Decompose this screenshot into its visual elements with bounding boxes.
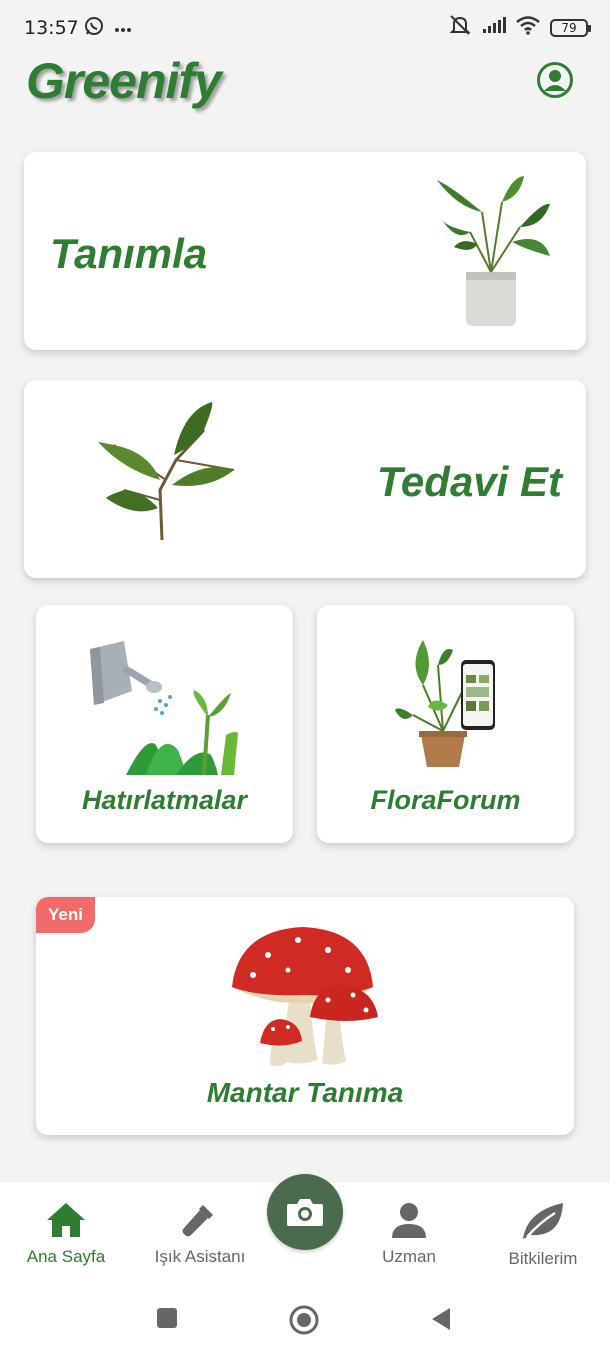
home-icon — [47, 1203, 85, 1237]
identify-card[interactable]: Tanımla — [24, 152, 586, 350]
wifi-icon — [516, 15, 540, 40]
nav-light-assistant-label: Işık Asistanı — [154, 1247, 246, 1266]
nav-light-assistant[interactable]: Işık Asistanı — [140, 1201, 260, 1267]
forum-card[interactable]: FloraForum — [317, 605, 574, 843]
treat-label: Tedavi Et — [376, 458, 562, 505]
plant-with-phone-image — [395, 640, 495, 767]
forum-label: FloraForum — [370, 785, 521, 815]
more-dots-icon — [114, 20, 132, 38]
nav-expert-label: Uzman — [382, 1247, 436, 1266]
mushroom-card[interactable]: Yeni Mantar Tanıma — [36, 897, 574, 1135]
home-circle-icon[interactable] — [289, 1305, 319, 1340]
nav-my-plants[interactable]: Bitkilerim — [483, 1201, 603, 1269]
status-bar: 13:57 79 — [0, 0, 610, 56]
whatsapp-icon — [84, 16, 104, 41]
back-icon[interactable] — [430, 1307, 452, 1336]
new-badge: Yeni — [36, 897, 95, 933]
camera-button[interactable] — [267, 1174, 343, 1250]
treat-card[interactable]: Tedavi Et — [24, 380, 586, 578]
mushroom-label: Mantar Tanıma — [206, 1077, 404, 1108]
mute-icon — [448, 14, 472, 41]
nav-expert[interactable]: Uzman — [349, 1201, 469, 1267]
account-circle-icon[interactable] — [536, 61, 574, 99]
camera-icon — [287, 1199, 323, 1226]
leaf-icon — [523, 1203, 563, 1239]
watering-can-image — [90, 641, 238, 776]
leaf-branch-image — [98, 402, 235, 541]
nav-my-plants-label: Bitkilerim — [508, 1249, 578, 1268]
reminders-label: Hatırlatmalar — [81, 785, 248, 815]
app-title: Greenify — [26, 53, 222, 109]
identify-label: Tanımla — [50, 230, 208, 277]
nav-home[interactable]: Ana Sayfa — [6, 1201, 126, 1267]
status-time: 13:57 — [24, 17, 79, 39]
person-icon — [392, 1203, 426, 1238]
signal-icon — [482, 16, 506, 39]
system-nav-bar — [0, 1283, 610, 1356]
mushrooms-image — [232, 927, 378, 1067]
nav-home-label: Ana Sayfa — [26, 1247, 106, 1266]
recents-icon[interactable] — [156, 1307, 178, 1334]
flashlight-icon — [182, 1205, 213, 1237]
potted-plant-image — [437, 176, 550, 326]
reminders-card[interactable]: Hatırlatmalar — [36, 605, 293, 843]
battery-icon: 79 — [550, 18, 591, 37]
